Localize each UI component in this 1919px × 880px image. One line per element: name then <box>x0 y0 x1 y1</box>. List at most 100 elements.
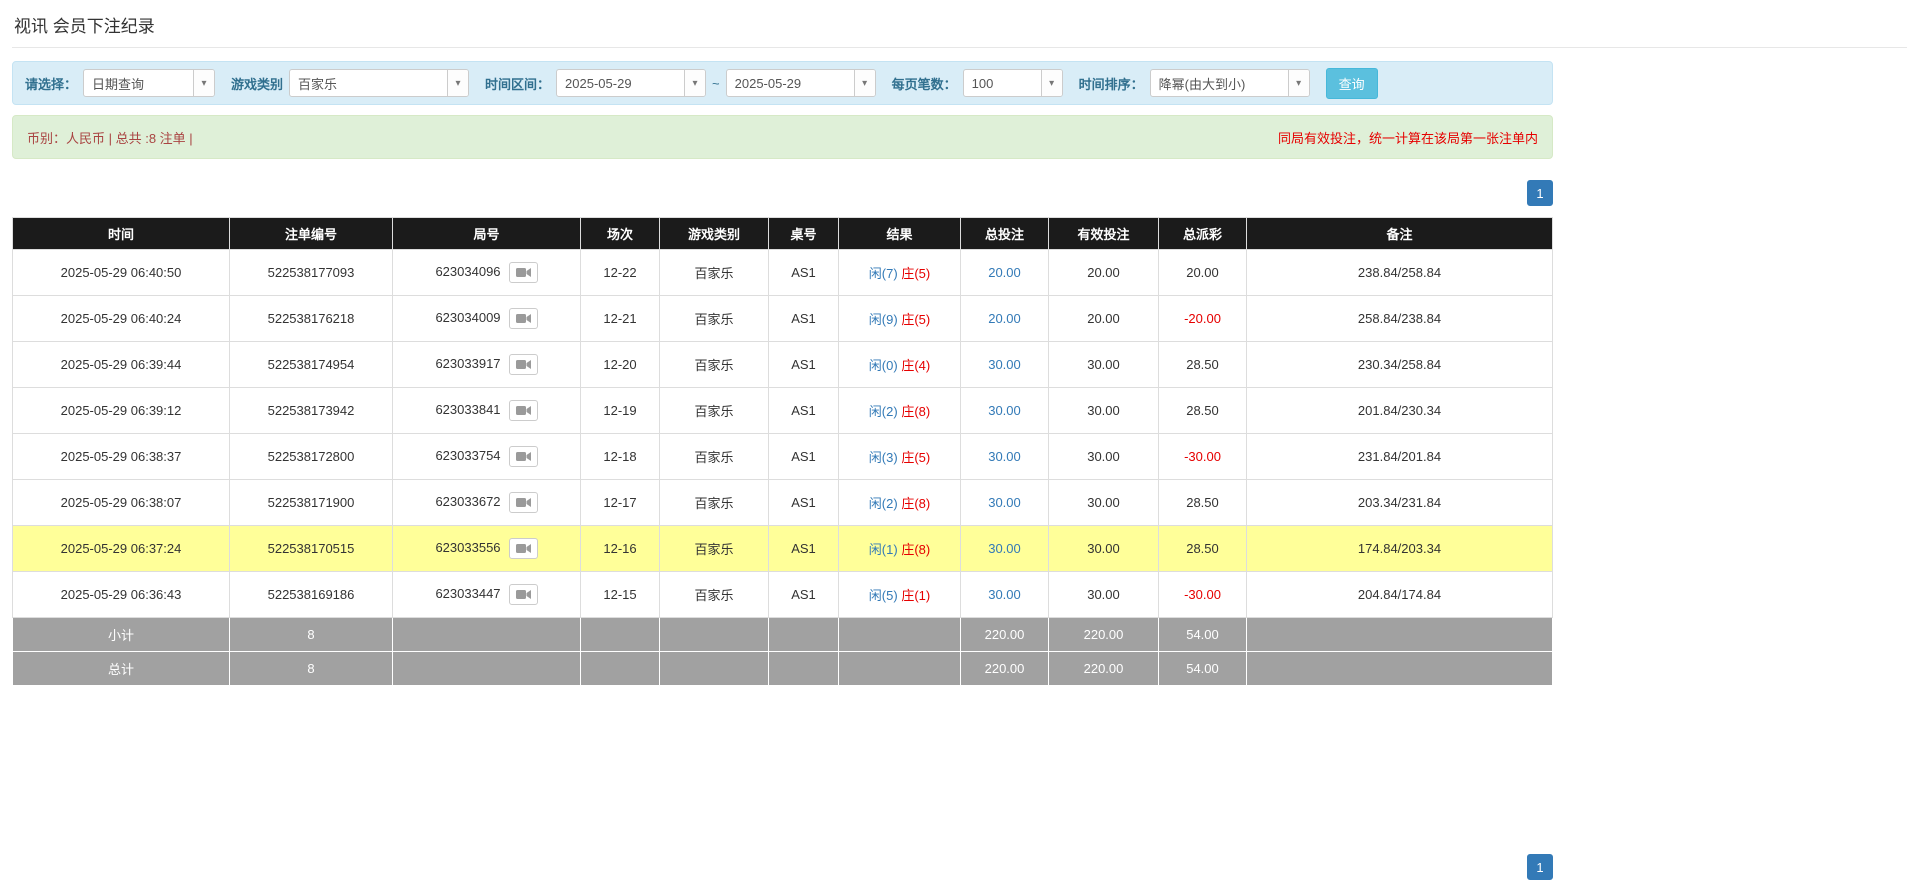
pagination-top: 1 <box>12 180 1553 206</box>
caret-down-icon[interactable]: ▾ <box>1288 70 1309 96</box>
header-game-type: 游戏类别 <box>660 218 769 250</box>
caret-down-icon[interactable]: ▾ <box>447 70 468 96</box>
cell-valid-bet: 20.00 <box>1049 296 1159 342</box>
round-video-button[interactable] <box>509 262 538 283</box>
result-player: 闲(2) <box>869 404 898 419</box>
query-type-select[interactable]: 日期查询 ▾ <box>83 69 215 97</box>
valid-bet-notice-text: 同局有效投注，统一计算在该局第一张注单内 <box>1278 128 1538 147</box>
table-header-row: 时间 注单编号 局号 场次 游戏类别 桌号 结果 总投注 有效投注 总派彩 备注 <box>13 218 1553 250</box>
round-video-button[interactable] <box>509 492 538 513</box>
sort-select[interactable]: 降幂(由大到小) ▾ <box>1150 69 1310 97</box>
cell-bet-id: 522538170515 <box>230 526 393 572</box>
round-video-button[interactable] <box>509 400 538 421</box>
cell-result: 闲(1) 庄(8) <box>839 526 961 572</box>
table-row: 2025-05-29 06:39:44522538174954623033917… <box>13 342 1553 388</box>
table-row: 2025-05-29 06:36:43522538169186623033447… <box>13 572 1553 618</box>
game-type-select[interactable]: 百家乐 ▾ <box>289 69 469 97</box>
date-to-select[interactable]: 2025-05-29 ▾ <box>726 69 876 97</box>
cell-note: 204.84/174.84 <box>1247 572 1553 618</box>
round-video-button[interactable] <box>509 354 538 375</box>
subtotal-label: 小计 <box>13 618 230 652</box>
total-bet-link[interactable]: 30.00 <box>988 357 1021 372</box>
video-camera-icon <box>516 451 531 462</box>
cell-time: 2025-05-29 06:36:43 <box>13 572 230 618</box>
round-video-button[interactable] <box>509 584 538 605</box>
header-total-bet: 总投注 <box>961 218 1049 250</box>
total-count: 8 <box>230 652 393 686</box>
header-time: 时间 <box>13 218 230 250</box>
result-banker: 庄(4) <box>901 358 930 373</box>
cell-round-id: 623034096 <box>393 250 581 296</box>
cell-table-no: AS1 <box>769 572 839 618</box>
video-camera-icon <box>516 359 531 370</box>
cell-game-type: 百家乐 <box>660 250 769 296</box>
date-from-select[interactable]: 2025-05-29 ▾ <box>556 69 706 97</box>
total-label: 总计 <box>13 652 230 686</box>
total-bet-link[interactable]: 20.00 <box>988 265 1021 280</box>
result-banker: 庄(8) <box>901 496 930 511</box>
cell-session: 12-20 <box>581 342 660 388</box>
round-video-button[interactable] <box>509 308 538 329</box>
total-bet-link[interactable]: 30.00 <box>988 587 1021 602</box>
cell-time: 2025-05-29 06:40:24 <box>13 296 230 342</box>
caret-down-icon[interactable]: ▾ <box>193 70 214 96</box>
subtotal-count: 8 <box>230 618 393 652</box>
page-1-button[interactable]: 1 <box>1527 180 1553 206</box>
game-type-label: 游戏类别 <box>231 74 283 93</box>
table-row: 2025-05-29 06:40:24522538176218623034009… <box>13 296 1553 342</box>
round-id-text: 623033672 <box>435 494 500 509</box>
table-row: 2025-05-29 06:39:12522538173942623033841… <box>13 388 1553 434</box>
cell-valid-bet: 20.00 <box>1049 250 1159 296</box>
total-bet-link[interactable]: 30.00 <box>988 495 1021 510</box>
cell-table-no: AS1 <box>769 388 839 434</box>
empty-cell <box>1247 652 1553 686</box>
empty-cell <box>769 618 839 652</box>
total-bet-link[interactable]: 30.00 <box>988 541 1021 556</box>
subtotal-valid-bet: 220.00 <box>1049 618 1159 652</box>
header-round-id: 局号 <box>393 218 581 250</box>
cell-note: 174.84/203.34 <box>1247 526 1553 572</box>
round-id-text: 623034096 <box>435 264 500 279</box>
cell-session: 12-15 <box>581 572 660 618</box>
result-banker: 庄(5) <box>901 312 930 327</box>
page-1-button[interactable]: 1 <box>1527 854 1553 880</box>
cell-bet-id: 522538171900 <box>230 480 393 526</box>
page-size-select[interactable]: 100 ▾ <box>963 69 1063 97</box>
cell-session: 12-21 <box>581 296 660 342</box>
cell-table-no: AS1 <box>769 480 839 526</box>
cell-bet-id: 522538173942 <box>230 388 393 434</box>
cell-bet-id: 522538169186 <box>230 572 393 618</box>
total-bet-link[interactable]: 30.00 <box>988 449 1021 464</box>
caret-down-icon[interactable]: ▾ <box>684 70 705 96</box>
page-title: 视讯 会员下注纪录 <box>12 10 1907 48</box>
cell-total-bet: 30.00 <box>961 572 1049 618</box>
result-player: 闲(0) <box>869 358 898 373</box>
sort-value: 降幂(由大到小) <box>1151 70 1288 96</box>
caret-down-icon[interactable]: ▾ <box>854 70 875 96</box>
round-video-button[interactable] <box>509 446 538 467</box>
payout-value: 28.50 <box>1186 403 1219 418</box>
cell-valid-bet: 30.00 <box>1049 526 1159 572</box>
subtotal-payout: 54.00 <box>1159 618 1247 652</box>
round-id-text: 623033917 <box>435 356 500 371</box>
cell-session: 12-18 <box>581 434 660 480</box>
search-button[interactable]: 查询 <box>1326 68 1378 99</box>
round-video-button[interactable] <box>509 538 538 559</box>
total-bet-link[interactable]: 20.00 <box>988 311 1021 326</box>
payout-value: 28.50 <box>1186 541 1219 556</box>
caret-down-icon[interactable]: ▾ <box>1041 70 1062 96</box>
cell-valid-bet: 30.00 <box>1049 388 1159 434</box>
cell-total-bet: 30.00 <box>961 388 1049 434</box>
video-camera-icon <box>516 405 531 416</box>
table-row: 2025-05-29 06:38:07522538171900623033672… <box>13 480 1553 526</box>
cell-table-no: AS1 <box>769 250 839 296</box>
cell-payout: 28.50 <box>1159 526 1247 572</box>
empty-cell <box>1247 618 1553 652</box>
cell-time: 2025-05-29 06:38:37 <box>13 434 230 480</box>
cell-payout: 28.50 <box>1159 342 1247 388</box>
cell-game-type: 百家乐 <box>660 480 769 526</box>
cell-game-type: 百家乐 <box>660 388 769 434</box>
header-valid-bet: 有效投注 <box>1049 218 1159 250</box>
result-banker: 庄(1) <box>901 588 930 603</box>
total-bet-link[interactable]: 30.00 <box>988 403 1021 418</box>
